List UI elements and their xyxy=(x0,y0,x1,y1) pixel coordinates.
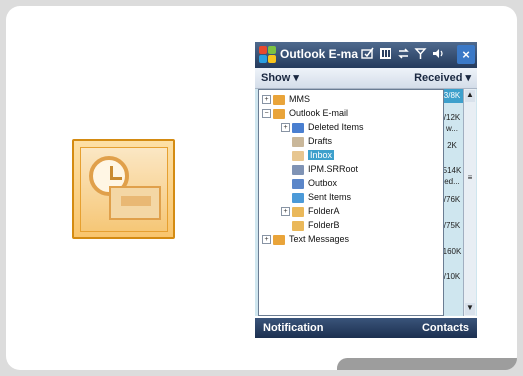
tree-item-label: FolderA xyxy=(308,206,340,217)
sync-icon xyxy=(396,47,410,61)
tree-item-foldera[interactable]: + FolderA xyxy=(281,205,340,218)
expand-icon[interactable]: + xyxy=(281,123,290,133)
close-button[interactable]: × xyxy=(457,45,475,64)
tree-item-text-messages[interactable]: + Text Messages xyxy=(262,233,349,246)
tree-item-label: Sent Items xyxy=(308,192,352,203)
folder-icon xyxy=(292,206,304,217)
tree-item-label: FolderB xyxy=(308,220,340,231)
corner-strip xyxy=(337,358,517,370)
outlook-app-icon xyxy=(72,139,175,239)
tree-item-outlook-email[interactable]: − Outlook E-mail xyxy=(262,107,348,120)
window-title: Outlook E-ma xyxy=(280,47,359,61)
message-size[interactable]: 160K xyxy=(441,247,463,256)
scroll-up-arrow-icon[interactable]: ▲ xyxy=(465,90,475,102)
tree-item-label: Outlook E-mail xyxy=(289,108,349,119)
tree-item-folderb[interactable]: FolderB xyxy=(292,219,340,232)
show-menu[interactable]: Show ▾ xyxy=(261,71,299,84)
sent-items-icon xyxy=(292,192,304,203)
tree-item-label: Deleted Items xyxy=(308,122,364,133)
vertical-scrollbar[interactable]: ▲ ≡ ▼ xyxy=(463,89,476,316)
clock-minute-hand xyxy=(110,177,122,180)
message-size[interactable]: 514K xyxy=(441,166,463,175)
tree-item-label: Inbox xyxy=(308,150,335,161)
received-sort-menu[interactable]: Received ▾ xyxy=(414,71,471,84)
expand-icon[interactable]: + xyxy=(262,95,271,105)
message-size[interactable]: 2K xyxy=(441,141,463,150)
notification-softkey[interactable]: Notification xyxy=(263,322,324,334)
tree-item-ipm-srroot[interactable]: IPM.SRRoot xyxy=(292,163,358,176)
inbox-icon xyxy=(292,150,304,161)
windows-start-icon[interactable] xyxy=(259,46,277,64)
volume-icon xyxy=(431,47,445,61)
antenna-icon xyxy=(413,47,427,61)
signal-battery-icon xyxy=(378,47,392,61)
phone-screen: Outlook E-ma × Show ▾ Received ▾ 3/8K /1… xyxy=(255,42,477,338)
tree-item-label: Text Messages xyxy=(289,234,350,245)
message-size[interactable]: /12K xyxy=(441,113,463,122)
folder-tree-popup: + MMS − Outlook E-mail + Deleted Items Draf… xyxy=(258,89,444,316)
message-size[interactable]: /76K xyxy=(441,195,463,204)
scroll-down-arrow-icon[interactable]: ▼ xyxy=(465,303,475,315)
scroll-thumb[interactable]: ≡ xyxy=(465,173,475,183)
expand-icon[interactable]: + xyxy=(262,235,271,245)
tree-item-label: IPM.SRRoot xyxy=(308,164,359,175)
mail-folder-icon xyxy=(273,108,285,119)
title-bar: Outlook E-ma × xyxy=(255,42,477,68)
folder-icon xyxy=(292,164,304,175)
envelope-flap xyxy=(121,196,151,206)
new-message-icon xyxy=(360,47,374,61)
mail-folder-icon xyxy=(273,234,285,245)
collapse-icon[interactable]: − xyxy=(262,109,271,119)
expand-icon[interactable]: + xyxy=(281,207,290,217)
message-size[interactable]: 3/8K xyxy=(441,89,463,103)
outlook-icon-frame xyxy=(80,147,168,232)
folder-icon xyxy=(292,220,304,231)
tree-item-deleted-items[interactable]: + Deleted Items xyxy=(281,121,364,134)
message-size-column: 3/8K /12K w... 2K 514K ed... /76K /75K 1… xyxy=(441,89,463,316)
tree-item-label: Drafts xyxy=(308,136,333,147)
drafts-icon xyxy=(292,136,304,147)
message-size[interactable]: w... xyxy=(441,124,463,133)
tree-item-drafts[interactable]: Drafts xyxy=(292,135,332,148)
menu-bar: Show ▾ Received ▾ xyxy=(255,68,477,89)
deleted-items-icon xyxy=(292,122,304,133)
envelope-icon xyxy=(109,186,161,220)
tree-item-sent-items[interactable]: Sent Items xyxy=(292,191,351,204)
tree-item-mms[interactable]: + MMS xyxy=(262,93,310,106)
tree-item-outbox[interactable]: Outbox xyxy=(292,177,337,190)
message-size[interactable]: ed... xyxy=(441,177,463,186)
outbox-icon xyxy=(292,178,304,189)
tree-item-label: MMS xyxy=(289,94,310,105)
message-size[interactable]: /10K xyxy=(441,272,463,281)
message-size[interactable]: /75K xyxy=(441,221,463,230)
softkey-bar: Notification Contacts xyxy=(255,318,477,338)
tree-item-inbox[interactable]: Inbox xyxy=(292,149,335,162)
tree-item-label: Outbox xyxy=(308,178,338,189)
mail-folder-icon xyxy=(273,94,285,105)
contacts-softkey[interactable]: Contacts xyxy=(422,322,469,334)
